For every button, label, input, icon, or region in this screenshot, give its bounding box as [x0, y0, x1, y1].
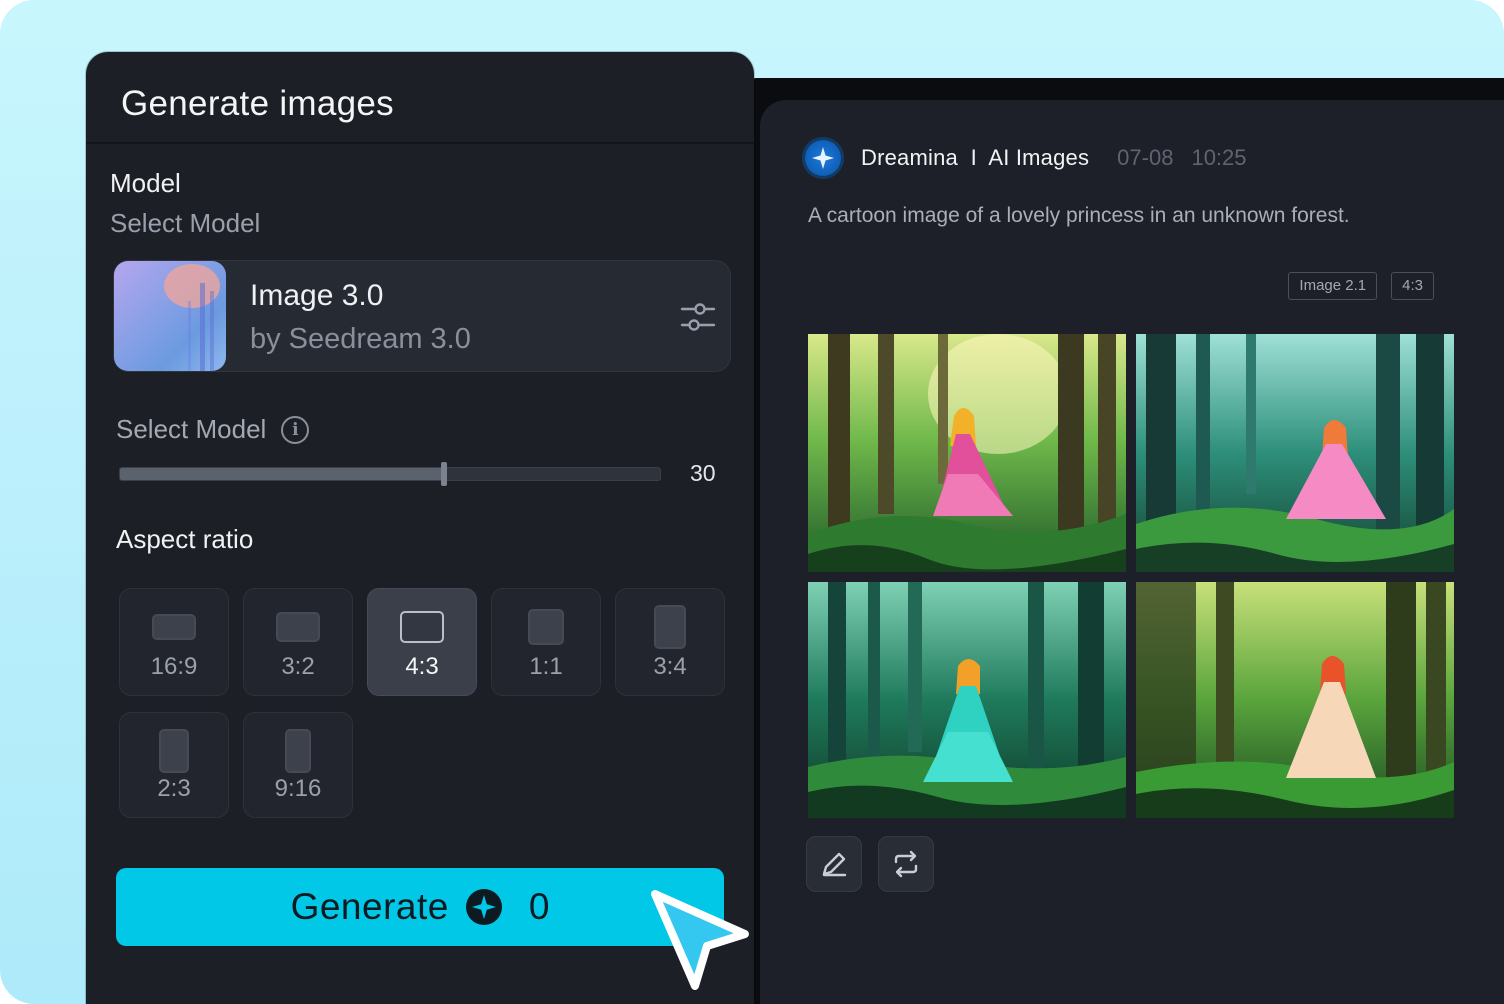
aspect-ratio-option[interactable]: 2:3	[119, 712, 229, 818]
result-tags: Image 2.1 4:3	[1288, 272, 1434, 300]
aspect-ratio-shape-icon	[654, 605, 686, 649]
model-section-subtitle: Select Model	[110, 208, 260, 239]
brand-label: Dreamina I AI Images	[861, 145, 1089, 171]
credit-count: 0	[529, 886, 550, 928]
image-grid	[808, 334, 1454, 818]
slider-handle[interactable]	[441, 462, 447, 486]
slider-label-text: Select Model	[116, 414, 266, 445]
aspect-ratio-shape-icon	[152, 614, 196, 640]
result-time: 10:25	[1191, 145, 1246, 171]
aspect-ratio-label: Aspect ratio	[116, 524, 253, 555]
slider-label: Select Model i	[116, 414, 309, 445]
aspect-ratio-option[interactable]: 3:4	[615, 588, 725, 696]
generate-panel: Generate images Model Select Model Image…	[86, 52, 754, 1004]
generated-image-4[interactable]	[1136, 582, 1454, 818]
model-name: Image 3.0	[250, 279, 383, 313]
panel-title: Generate images	[121, 84, 394, 124]
aspect-ratio-shape-icon	[400, 611, 444, 643]
result-header: Dreamina I AI Images 07-08 10:25	[802, 136, 1247, 180]
model-tag: Image 2.1	[1288, 272, 1377, 300]
aspect-ratio-option-label: 1:1	[492, 653, 600, 681]
model-provider: by Seedream 3.0	[250, 323, 471, 356]
model-thumbnail	[114, 261, 226, 371]
aspect-ratio-shape-icon	[285, 729, 311, 773]
aspect-ratio-shape-icon	[528, 609, 564, 645]
info-icon[interactable]: i	[281, 416, 309, 444]
edit-button[interactable]	[806, 836, 862, 892]
divider	[86, 142, 754, 144]
aspect-ratio-option[interactable]: 4:3	[367, 588, 477, 696]
pointer-cursor-icon	[645, 884, 755, 996]
aspect-ratio-option-label: 4:3	[368, 653, 476, 681]
aspect-ratio-option-label: 3:4	[616, 653, 724, 681]
results-panel: Dreamina I AI Images 07-08 10:25 A carto…	[760, 100, 1504, 1004]
aspect-ratio-shape-icon	[276, 612, 320, 642]
dreamina-logo-icon	[802, 137, 844, 179]
pencil-icon	[819, 849, 849, 879]
settings-sliders-icon[interactable]	[680, 299, 716, 335]
model-slider[interactable]	[119, 467, 661, 481]
slider-value: 30	[690, 460, 716, 487]
aspect-ratio-option[interactable]: 16:9	[119, 588, 229, 696]
model-selector-card[interactable]: Image 3.0 by Seedream 3.0	[113, 260, 731, 372]
repeat-icon	[891, 849, 921, 879]
regenerate-button[interactable]	[878, 836, 934, 892]
aspect-ratio-option[interactable]: 1:1	[491, 588, 601, 696]
aspect-ratio-option-label: 9:16	[244, 775, 352, 803]
model-section-label: Model	[110, 168, 181, 199]
slider-fill	[120, 468, 444, 480]
aspect-ratio-option[interactable]: 3:2	[243, 588, 353, 696]
prompt-text: A cartoon image of a lovely princess in …	[808, 204, 1350, 228]
generate-label: Generate	[291, 886, 449, 928]
generated-image-1[interactable]	[808, 334, 1126, 572]
result-toolbar	[806, 836, 934, 892]
credit-star-icon	[465, 888, 503, 926]
generate-button[interactable]: Generate 0	[116, 868, 724, 946]
aspect-ratio-shape-icon	[159, 729, 189, 773]
aspect-ratio-option-label: 3:2	[244, 653, 352, 681]
generated-image-3[interactable]	[808, 582, 1126, 818]
aspect-ratio-option[interactable]: 9:16	[243, 712, 353, 818]
result-date: 07-08	[1117, 145, 1173, 171]
aspect-ratio-option-label: 16:9	[120, 653, 228, 681]
generated-image-2[interactable]	[1136, 334, 1454, 572]
ratio-tag: 4:3	[1391, 272, 1434, 300]
aspect-ratio-option-label: 2:3	[120, 775, 228, 803]
